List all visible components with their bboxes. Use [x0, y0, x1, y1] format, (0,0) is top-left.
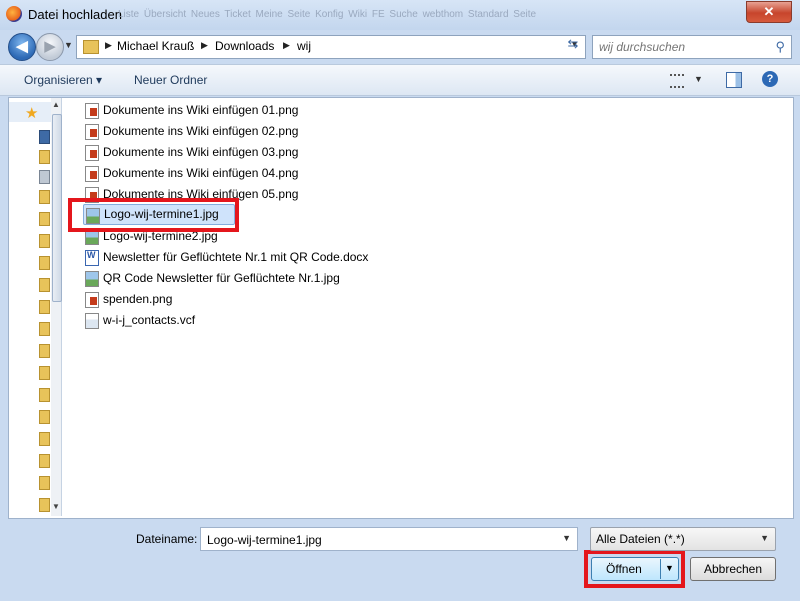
search-input[interactable] [597, 38, 771, 56]
folder-icon[interactable] [39, 498, 50, 512]
back-button[interactable]: ◀ [8, 33, 36, 61]
library-icon[interactable] [39, 170, 50, 184]
filename-input[interactable] [205, 531, 549, 549]
desktop-icon[interactable] [39, 130, 50, 144]
png-image-icon [85, 292, 99, 308]
folder-icon [83, 40, 99, 54]
navigation-scrollbar[interactable]: ▲ ▼ [51, 98, 62, 516]
file-name: w-i-j_contacts.vcf [103, 313, 196, 327]
file-name: QR Code Newsletter für Geflüchtete Nr.1.… [103, 271, 340, 285]
file-item[interactable]: Dokumente ins Wiki einfügen 01.png [85, 100, 305, 120]
split-divider [660, 559, 661, 579]
file-name: Dokumente ins Wiki einfügen 03.png [103, 145, 299, 159]
folder-icon[interactable] [39, 366, 50, 380]
file-item[interactable]: Dokumente ins Wiki einfügen 02.png [85, 121, 305, 141]
window-title: Datei hochladen [28, 7, 122, 22]
breadcrumb-separator-icon[interactable]: ▶ [105, 40, 112, 51]
file-item[interactable]: w-i-j_contacts.vcf [85, 310, 305, 330]
file-name: Newsletter für Geflüchtete Nr.1 mit QR C… [103, 250, 369, 264]
filetype-value: Alle Dateien (*.*) [596, 532, 685, 546]
navigation-row: ◀ ▶ ▼ ▶ Michael Krauß ▶ Downloads ▶ wij … [0, 30, 800, 62]
title-bar: Datei hochladen Liste Übersicht Neues Ti… [0, 0, 800, 30]
folder-icon[interactable] [39, 256, 50, 270]
address-bar[interactable]: ▶ Michael Krauß ▶ Downloads ▶ wij ▼ [76, 35, 586, 59]
folder-icon[interactable] [39, 234, 50, 248]
filename-dropdown-icon[interactable]: ▼ [562, 533, 571, 543]
scroll-down-icon[interactable]: ▼ [52, 502, 60, 511]
png-image-icon [85, 145, 99, 161]
recent-pages-dropdown-icon[interactable]: ▼ [64, 40, 73, 50]
file-name: Dokumente ins Wiki einfügen 02.png [103, 124, 299, 138]
folder-icon[interactable] [39, 388, 50, 402]
highlight-selected-file [68, 198, 239, 232]
png-image-icon [85, 124, 99, 140]
open-button[interactable]: Öffnen ▼ [591, 557, 679, 581]
new-folder-button[interactable]: Neuer Ordner [134, 73, 207, 87]
navigation-pane: ★ ▲ ▼ [9, 98, 62, 516]
file-item[interactable]: Dokumente ins Wiki einfügen 03.png [85, 142, 305, 162]
firefox-icon [6, 6, 22, 22]
file-item[interactable]: Dokumente ins Wiki einfügen 04.png [85, 163, 305, 183]
file-item[interactable]: Newsletter für Geflüchtete Nr.1 mit QR C… [85, 247, 385, 267]
filename-label: Dateiname: [136, 532, 198, 546]
file-item[interactable]: QR Code Newsletter für Geflüchtete Nr.1.… [85, 268, 385, 288]
view-options-dropdown-icon[interactable]: ▼ [694, 74, 703, 84]
png-image-icon [85, 103, 99, 119]
file-item[interactable]: spenden.png [85, 289, 305, 309]
command-toolbar: Organisieren ▾ Neuer Ordner ▼ ? [0, 64, 800, 96]
folder-icon[interactable] [39, 212, 50, 226]
open-options-dropdown-icon[interactable]: ▼ [665, 563, 674, 573]
change-view-icon[interactable] [670, 74, 684, 88]
refresh-icon[interactable]: ⇆ [562, 36, 584, 56]
word-document-icon [85, 250, 99, 266]
png-image-icon [85, 166, 99, 182]
file-name: Dokumente ins Wiki einfügen 04.png [103, 166, 299, 180]
folder-icon[interactable] [39, 454, 50, 468]
open-label: Öffnen [606, 562, 642, 576]
folder-icon[interactable] [39, 300, 50, 314]
breadcrumb-separator-icon[interactable]: ▶ [201, 40, 208, 51]
cancel-button[interactable]: Abbrechen [690, 557, 776, 581]
close-button[interactable]: ✕ [746, 1, 792, 23]
favorites-star-icon[interactable]: ★ [25, 104, 38, 122]
file-name: spenden.png [103, 292, 173, 306]
help-icon[interactable]: ? [762, 71, 778, 87]
breadcrumb-wij[interactable]: wij [297, 39, 311, 53]
organize-button[interactable]: Organisieren ▾ [24, 73, 102, 87]
breadcrumb-michael-krauss[interactable]: Michael Krauß [117, 39, 194, 53]
search-icon[interactable]: ⚲ [775, 39, 785, 55]
filetype-select[interactable]: Alle Dateien (*.*) ▼ [590, 527, 776, 551]
folder-icon[interactable] [39, 190, 50, 204]
search-box[interactable]: ⚲ [592, 35, 792, 59]
filetype-dropdown-icon[interactable]: ▼ [760, 533, 769, 543]
folder-icon[interactable] [39, 344, 50, 358]
folder-icon[interactable] [39, 410, 50, 424]
file-name: Dokumente ins Wiki einfügen 01.png [103, 103, 299, 117]
file-list: Dokumente ins Wiki einfügen 01.png Dokum… [83, 100, 685, 400]
folder-icon[interactable] [39, 432, 50, 446]
contact-card-icon [85, 313, 99, 329]
file-browser: ★ ▲ ▼ Dokumente ins Wiki einfügen 01.png [8, 97, 794, 519]
filename-combobox[interactable]: ▼ [200, 527, 578, 551]
folder-icon[interactable] [39, 476, 50, 490]
folder-icon[interactable] [39, 150, 50, 164]
preview-pane-icon[interactable] [726, 72, 742, 88]
breadcrumb-separator-icon[interactable]: ▶ [283, 40, 290, 51]
jpg-image-icon [85, 271, 99, 287]
folder-icon[interactable] [39, 278, 50, 292]
forward-button[interactable]: ▶ [36, 33, 64, 61]
breadcrumb-downloads[interactable]: Downloads [215, 39, 274, 53]
folder-icon[interactable] [39, 322, 50, 336]
scroll-up-icon[interactable]: ▲ [52, 100, 60, 109]
scrollbar-thumb[interactable] [52, 114, 62, 302]
background-browser-tabs: Liste Übersicht Neues Ticket Meine Seite… [118, 9, 537, 20]
